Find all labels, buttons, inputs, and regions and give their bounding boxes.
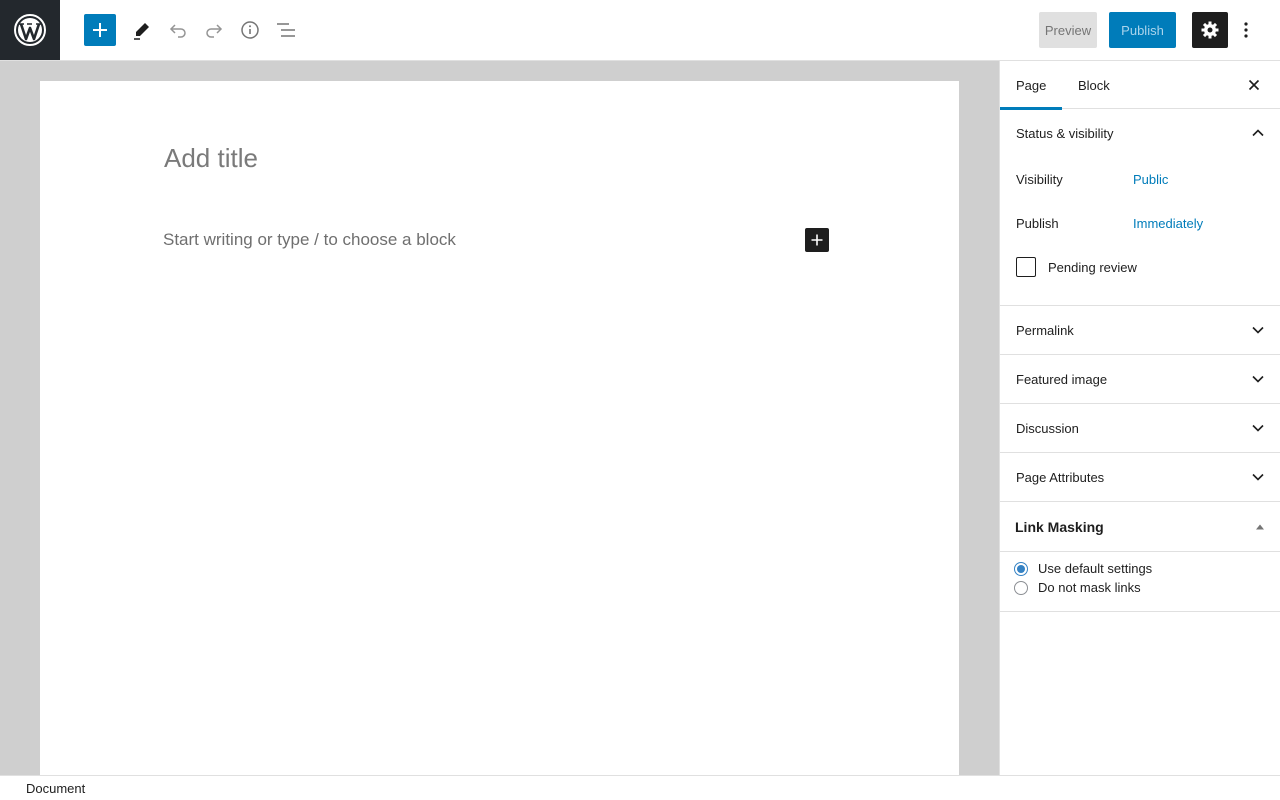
default-settings-option[interactable]: Use default settings [1014, 559, 1266, 578]
chevron-up-icon [1252, 129, 1264, 137]
settings-button[interactable] [1192, 12, 1228, 48]
permalink-panel: Permalink [1000, 306, 1280, 355]
wordpress-logo-icon[interactable] [0, 0, 60, 60]
more-options-button[interactable] [1234, 14, 1258, 46]
discussion-panel: Discussion [1000, 404, 1280, 453]
panel-title: Permalink [1016, 322, 1074, 338]
visibility-toggle[interactable]: Public [1133, 172, 1168, 187]
tools-button[interactable] [126, 14, 158, 46]
add-block-button[interactable] [84, 14, 116, 46]
radio-label: Use default settings [1038, 561, 1153, 576]
panel-title: Featured image [1016, 371, 1108, 387]
pending-review-row: Pending review [1016, 245, 1264, 289]
publish-label: Publish [1016, 215, 1059, 231]
more-vertical-icon [1244, 22, 1248, 38]
panel-title: Page Attributes [1016, 469, 1105, 485]
list-view-icon [277, 23, 295, 37]
default-settings-radio[interactable] [1014, 561, 1028, 576]
link-masking-toggle[interactable]: Link Masking [1000, 502, 1280, 552]
visibility-row: Visibility Public [1016, 157, 1264, 201]
triangle-up-icon [1256, 524, 1264, 529]
tab-block[interactable]: Block [1062, 61, 1126, 109]
discussion-toggle[interactable]: Discussion [1000, 404, 1280, 452]
status-visibility-panel: Status & visibility Visibility Public Pu… [1000, 109, 1280, 306]
sidebar-tabs: Page Block [1000, 61, 1280, 110]
block-breadcrumb-bar: Document [0, 775, 1280, 800]
editor-canvas-area: Add title Start writing or type / to cho… [0, 61, 999, 775]
redo-icon [206, 24, 223, 38]
pending-review-label: Pending review [1048, 259, 1137, 275]
do-not-mask-radio[interactable] [1014, 580, 1028, 595]
editor-canvas[interactable]: Add title Start writing or type / to cho… [40, 81, 959, 775]
tab-page[interactable]: Page [1000, 61, 1062, 110]
close-sidebar-button[interactable] [1244, 75, 1264, 95]
featured-image-toggle[interactable]: Featured image [1000, 355, 1280, 403]
info-icon [241, 21, 259, 39]
pending-review-checkbox[interactable] [1016, 257, 1036, 277]
visibility-label: Visibility [1016, 171, 1063, 187]
close-icon [1248, 79, 1260, 91]
pencil-icon [134, 23, 149, 40]
paragraph-placeholder[interactable]: Start writing or type / to choose a bloc… [163, 230, 456, 250]
preview-button[interactable]: Preview [1039, 12, 1097, 48]
panel-title: Discussion [1016, 420, 1079, 436]
redo-button[interactable] [198, 14, 230, 46]
status-visibility-toggle[interactable]: Status & visibility [1000, 109, 1280, 157]
breadcrumb-document[interactable]: Document [26, 781, 85, 796]
permalink-toggle[interactable]: Permalink [1000, 306, 1280, 354]
undo-icon [169, 24, 186, 38]
radio-label: Do not mask links [1038, 580, 1141, 595]
inline-add-block-button[interactable] [805, 228, 829, 252]
chevron-down-icon [1252, 424, 1264, 432]
metabox-title: Link Masking [1015, 518, 1104, 535]
do-not-mask-option[interactable]: Do not mask links [1014, 578, 1266, 597]
settings-sidebar: Page Block Status & visibility Visibilit… [999, 61, 1280, 775]
chevron-down-icon [1252, 473, 1264, 481]
editor-header: Preview Publish [0, 0, 1280, 61]
undo-button[interactable] [162, 14, 194, 46]
publish-row: Publish Immediately [1016, 201, 1264, 245]
chevron-down-icon [1252, 326, 1264, 334]
panel-title: Status & visibility [1016, 125, 1114, 141]
title-input[interactable]: Add title [164, 143, 258, 174]
publish-button[interactable]: Publish [1109, 12, 1176, 48]
page-attributes-toggle[interactable]: Page Attributes [1000, 453, 1280, 501]
gear-icon [1201, 21, 1219, 39]
plus-icon [811, 234, 823, 246]
link-masking-metabox: Link Masking Use default settings Do not… [1000, 502, 1280, 612]
details-button[interactable] [234, 14, 266, 46]
chevron-down-icon [1252, 375, 1264, 383]
list-view-button[interactable] [270, 14, 302, 46]
publish-date-toggle[interactable]: Immediately [1133, 216, 1203, 231]
plus-icon [93, 23, 107, 37]
featured-image-panel: Featured image [1000, 355, 1280, 404]
page-attributes-panel: Page Attributes [1000, 453, 1280, 502]
